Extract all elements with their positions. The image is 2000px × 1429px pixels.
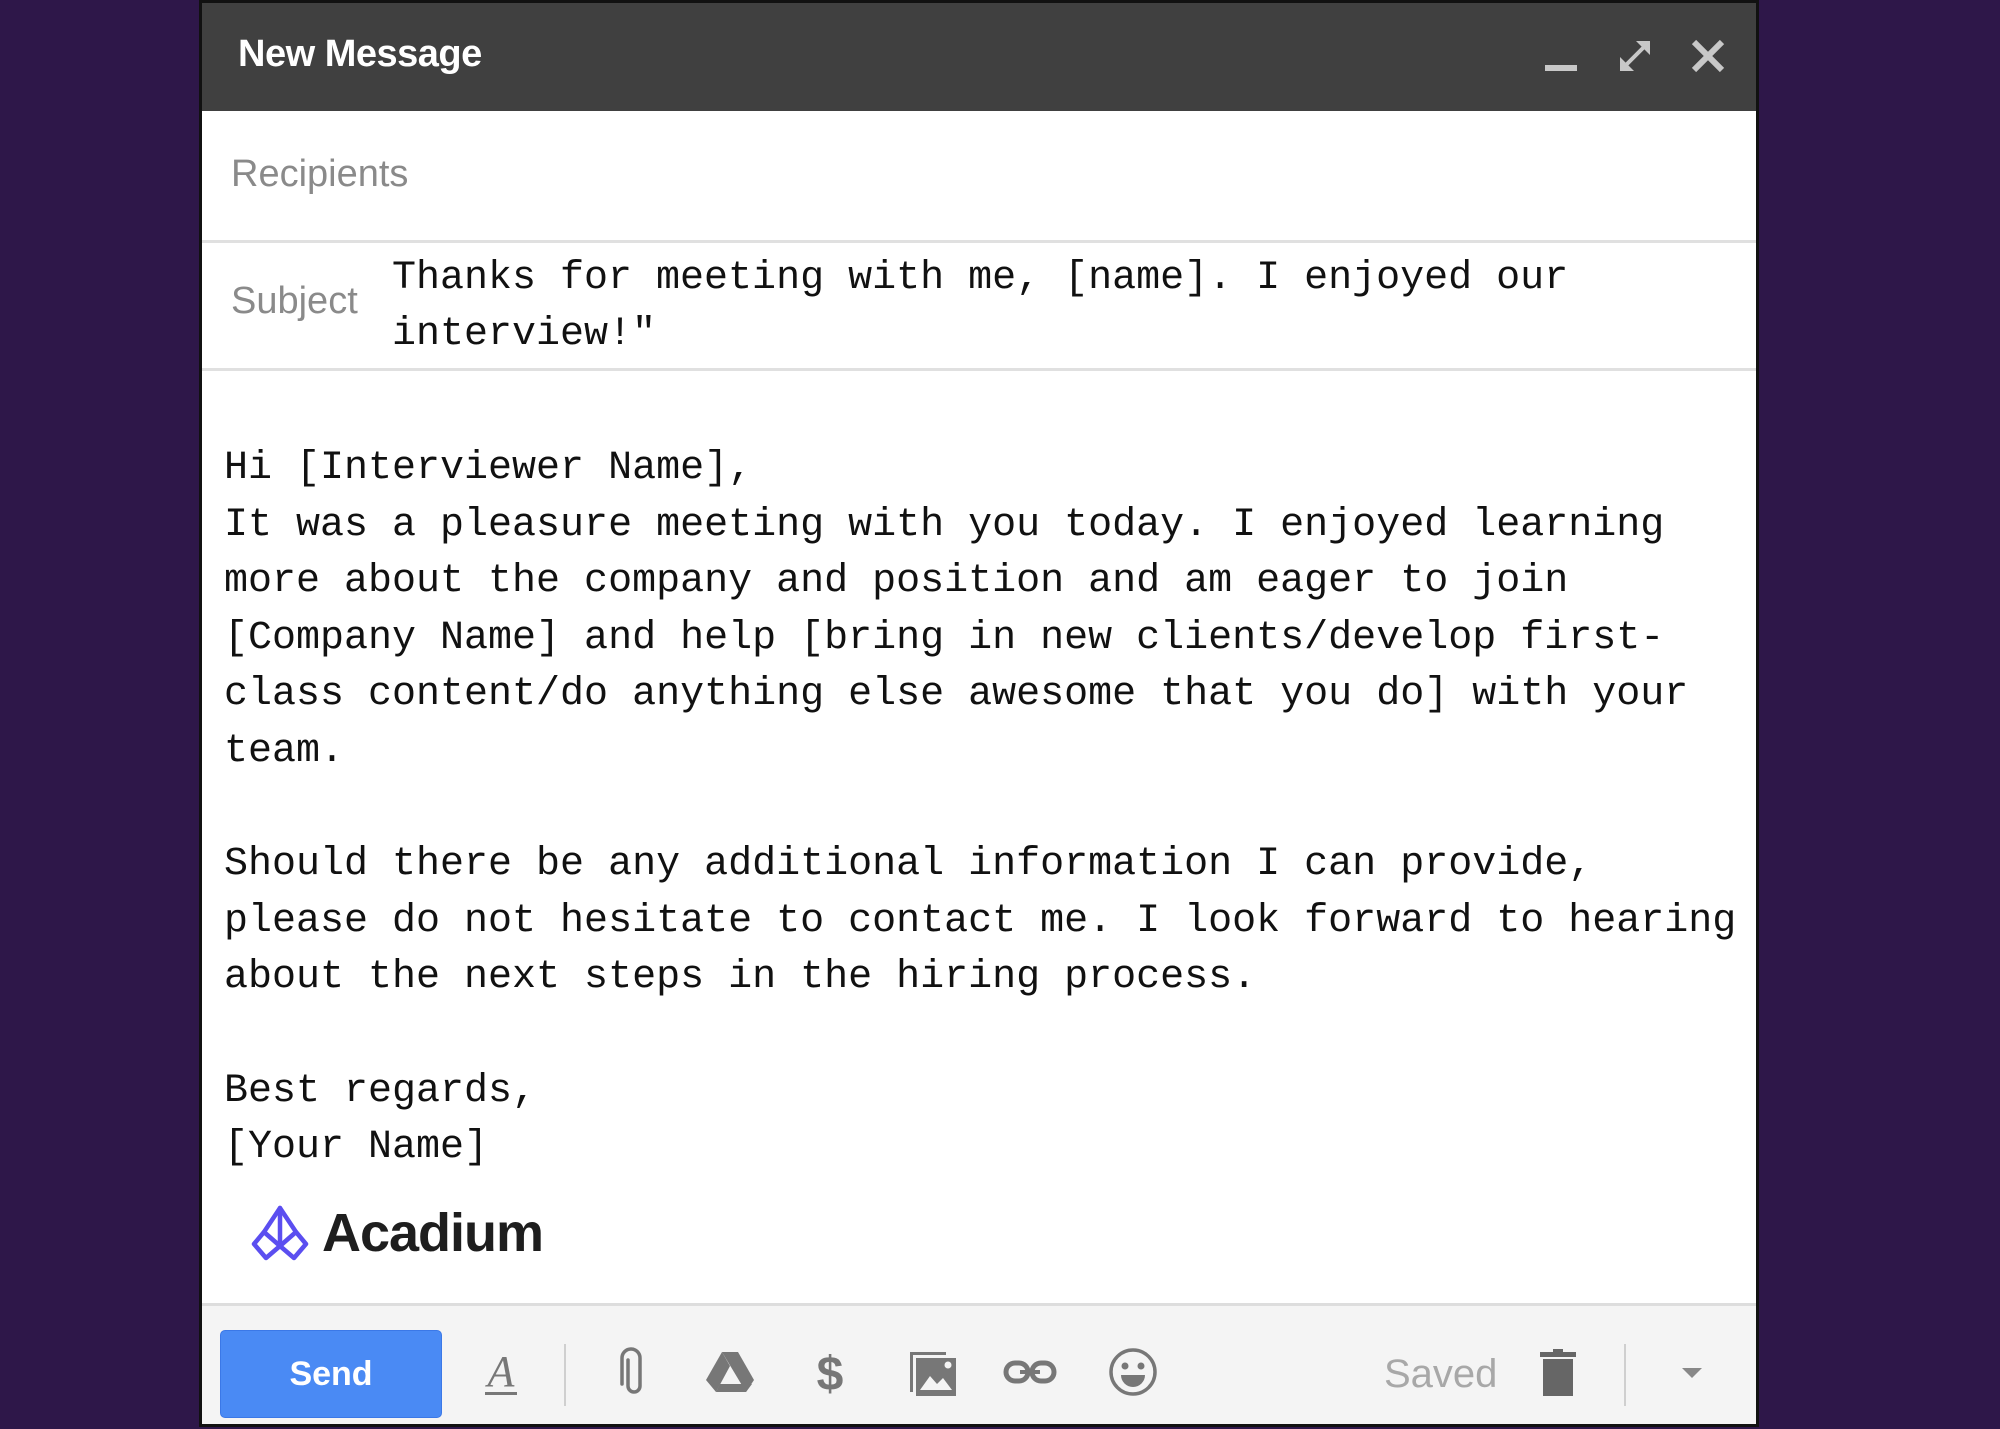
svg-text:A: A xyxy=(485,1347,516,1396)
signature-logo: Acadium xyxy=(250,1203,544,1263)
acadium-logo-icon xyxy=(251,1205,309,1261)
draft-status: Saved xyxy=(1384,1352,1498,1396)
expand-icon[interactable] xyxy=(1612,33,1658,79)
more-options-icon[interactable] xyxy=(1664,1344,1720,1400)
toolbar-separator xyxy=(564,1344,566,1406)
send-button[interactable]: Send xyxy=(220,1330,442,1418)
insert-photo-icon[interactable] xyxy=(906,1344,962,1400)
insert-link-icon[interactable] xyxy=(1002,1344,1058,1400)
toolbar-separator xyxy=(1624,1344,1626,1406)
recipients-label[interactable]: Recipients xyxy=(231,153,408,196)
acadium-logo-text: Acadium xyxy=(322,1203,544,1263)
minimize-icon[interactable] xyxy=(1538,33,1584,79)
insert-emoji-icon[interactable] xyxy=(1105,1344,1161,1400)
message-body[interactable]: Hi [Interviewer Name], It was a pleasure… xyxy=(224,441,1744,1177)
formatting-options-icon[interactable]: A xyxy=(473,1344,529,1400)
subject-label: Subject xyxy=(231,280,358,322)
recipients-row[interactable]: Recipients xyxy=(202,111,1756,243)
subject-row[interactable]: Subject Thanks for meeting with me, [nam… xyxy=(202,243,1756,371)
compose-title: New Message xyxy=(238,33,482,75)
discard-draft-icon[interactable] xyxy=(1530,1344,1586,1400)
compose-titlebar[interactable]: New Message xyxy=(202,3,1756,111)
attach-file-icon[interactable] xyxy=(602,1344,658,1400)
send-money-icon[interactable]: $ xyxy=(802,1344,858,1400)
google-drive-icon[interactable] xyxy=(702,1344,758,1400)
svg-text:$: $ xyxy=(817,1348,844,1400)
compose-toolbar: Send A $ Saved xyxy=(202,1303,1756,1424)
close-icon[interactable] xyxy=(1685,33,1731,79)
subject-input[interactable]: Thanks for meeting with me, [name]. I en… xyxy=(392,251,1692,363)
compose-window: New Message Recipients Subject Thanks fo… xyxy=(199,0,1759,1427)
